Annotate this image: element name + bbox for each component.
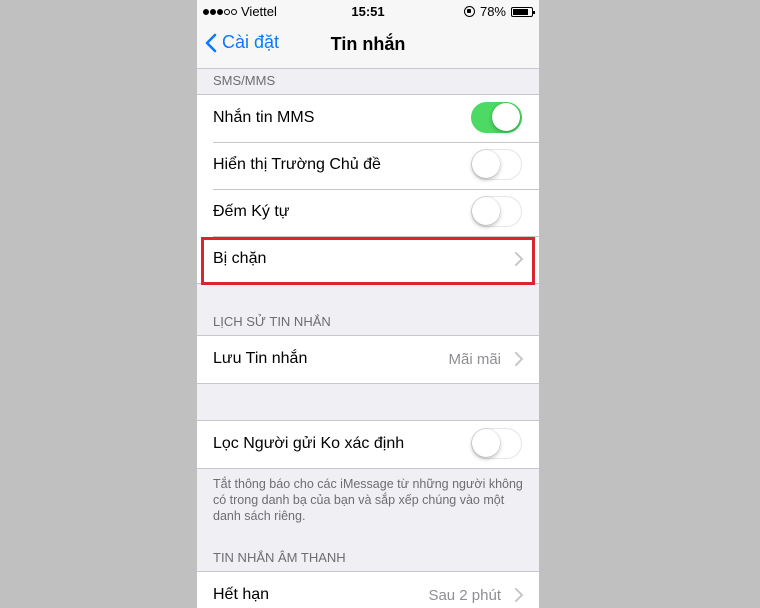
subject-field-toggle[interactable] bbox=[471, 149, 522, 180]
row-character-count: Đếm Ký tự bbox=[197, 189, 539, 236]
history-group: Lưu Tin nhắn Mãi mãi bbox=[197, 335, 539, 384]
row-filter-unknown: Lọc Người gửi Ko xác định bbox=[197, 421, 539, 468]
character-count-toggle[interactable] bbox=[471, 196, 522, 227]
row-mms: Nhắn tin MMS bbox=[197, 95, 539, 142]
row-label: Lọc Người gửi Ko xác định bbox=[213, 435, 405, 452]
row-label: Nhắn tin MMS bbox=[213, 109, 315, 126]
section-header-sms: SMS/MMS bbox=[213, 73, 276, 88]
row-subject-field: Hiển thị Trường Chủ đề bbox=[197, 142, 539, 189]
navigation-bar: Cài đặt Tin nhắn bbox=[197, 22, 539, 69]
chevron-right-icon bbox=[515, 588, 523, 602]
row-label: Hiển thị Trường Chủ đề bbox=[213, 156, 381, 173]
phone-screen: Viettel 15:51 78% Cài đặt Tin nhắn SMS/M… bbox=[197, 0, 539, 608]
row-label: Lưu Tin nhắn bbox=[213, 350, 308, 367]
battery-icon bbox=[511, 6, 535, 17]
rotation-lock-icon bbox=[463, 6, 475, 17]
row-expire[interactable]: Hết hạn Sau 2 phút bbox=[197, 572, 539, 608]
section-header-history: LỊCH SỬ TIN NHẮN bbox=[213, 314, 331, 329]
section-header-audio: TIN NHẮN ÂM THANH bbox=[213, 550, 346, 565]
row-value: Mãi mãi bbox=[448, 351, 501, 368]
row-label: Hết hạn bbox=[213, 586, 270, 603]
filter-footnote: Tắt thông báo cho các iMessage từ những … bbox=[213, 477, 523, 523]
sms-group: Nhắn tin MMS Hiển thị Trường Chủ đề Đếm … bbox=[197, 94, 539, 284]
chevron-right-icon bbox=[515, 352, 523, 366]
filter-unknown-toggle[interactable] bbox=[471, 428, 522, 459]
row-keep-messages[interactable]: Lưu Tin nhắn Mãi mãi bbox=[197, 336, 539, 383]
battery-percent: 78% bbox=[479, 4, 506, 19]
filter-group: Lọc Người gửi Ko xác định bbox=[197, 420, 539, 469]
status-right: 78% bbox=[463, 4, 535, 19]
row-label: Đếm Ký tự bbox=[213, 203, 290, 220]
status-bar: Viettel 15:51 78% bbox=[197, 0, 539, 22]
chevron-right-icon bbox=[515, 252, 523, 266]
row-label: Bị chặn bbox=[213, 250, 267, 267]
row-blocked[interactable]: Bị chặn bbox=[197, 236, 539, 283]
mms-toggle[interactable] bbox=[471, 102, 522, 133]
row-value: Sau 2 phút bbox=[428, 587, 501, 604]
page-title: Tin nhắn bbox=[330, 34, 406, 54]
audio-group: Hết hạn Sau 2 phút bbox=[197, 571, 539, 608]
